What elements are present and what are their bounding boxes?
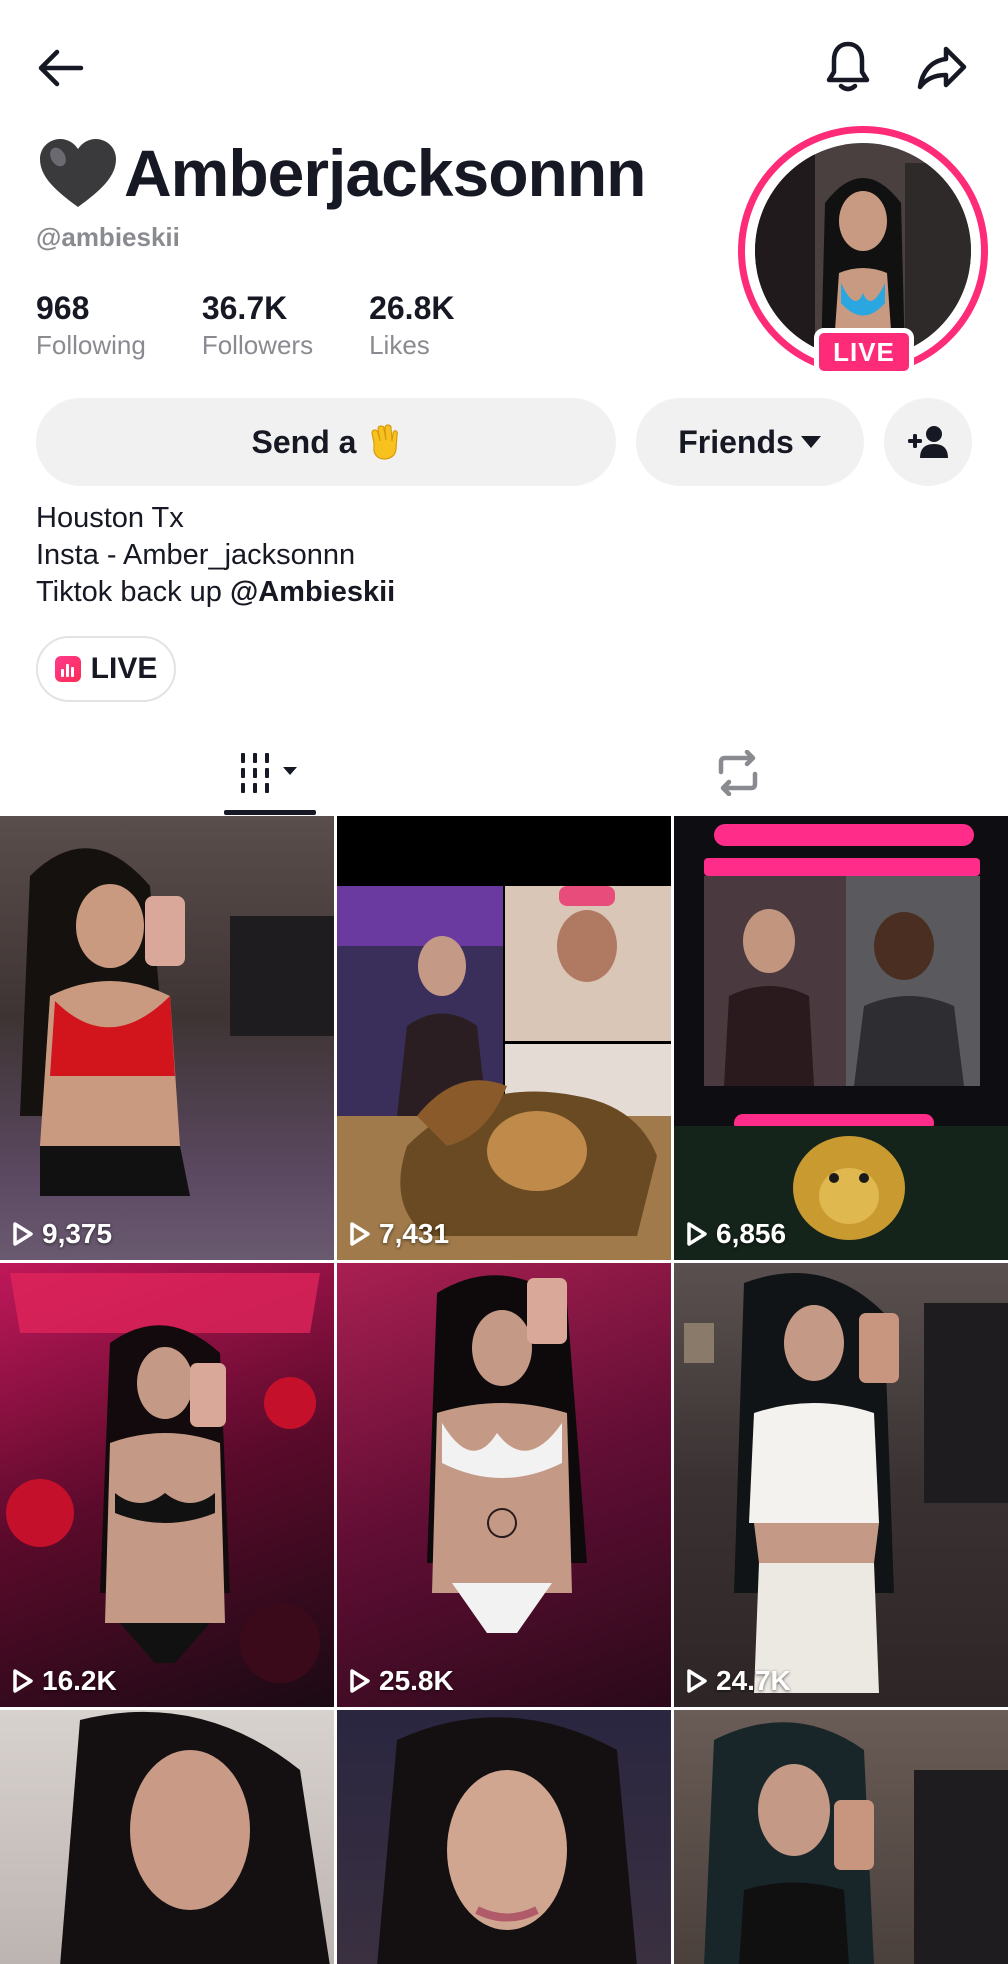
stat-followers[interactable]: 36.7K Followers: [202, 288, 313, 362]
view-count: 25.8K: [349, 1665, 454, 1697]
caret-down-icon: [800, 436, 821, 448]
video-thumbnail-image: [704, 1722, 1008, 1964]
view-count: 7,431: [349, 1218, 449, 1250]
video-tile-7[interactable]: [0, 1710, 334, 1964]
bell-icon: [826, 41, 870, 92]
share-arrow-icon: [917, 46, 967, 90]
video-thumbnail-image: [377, 1717, 637, 1964]
view-count: 24.7K: [686, 1665, 791, 1697]
play-icon: [13, 1669, 33, 1693]
back-button[interactable]: [30, 40, 90, 96]
stat-likes-label: Likes: [369, 330, 430, 360]
video-thumbnail-image: [684, 1273, 1008, 1693]
username: @ambieskii: [36, 222, 180, 252]
video-thumbnail-image: [20, 848, 334, 1196]
video-grid-icon: [241, 753, 297, 793]
active-tab-indicator: [224, 810, 316, 815]
arrow-left-icon: [38, 49, 84, 87]
friends-dropdown-button[interactable]: Friends: [636, 398, 864, 486]
video-tile-9[interactable]: [674, 1710, 1008, 1964]
stat-following[interactable]: 968 Following: [36, 288, 146, 362]
play-icon: [687, 1222, 707, 1246]
profile-stats: 968 Following 36.7K Followers 26.8K Like…: [36, 288, 510, 362]
view-count: 16.2K: [12, 1665, 117, 1697]
video-thumbnail-image: [674, 824, 1008, 1260]
bio-line-insta: Insta - Amber_jacksonnn: [36, 539, 356, 571]
video-tile-6[interactable]: 24.7K: [674, 1263, 1008, 1707]
video-thumbnail-image: [60, 1711, 330, 1964]
profile-bio: Houston Tx Insta - Amber_jacksonnn Tikto…: [36, 500, 395, 611]
stat-followers-value: 36.7K: [201, 290, 288, 326]
repost-icon: [718, 750, 758, 796]
video-tile-4[interactable]: 16.2K: [0, 1263, 334, 1707]
bio-mention-link[interactable]: @Ambieskii: [230, 576, 395, 608]
video-grid: 9,375 7,431 6,856 16.2K 25.8K 24.7K: [0, 816, 1008, 1964]
video-thumbnail-image: [337, 886, 671, 1260]
send-wave-button[interactable]: Send a: [36, 398, 616, 486]
live-pill-label: LIVE: [90, 652, 158, 685]
tab-reposts[interactable]: [666, 730, 810, 816]
video-thumbnail-image: [6, 1273, 320, 1683]
play-icon: [350, 1222, 370, 1246]
live-badge: LIVE: [814, 328, 914, 376]
profile-avatar[interactable]: LIVE: [738, 126, 992, 376]
bio-backup-prefix: Tiktok back up: [36, 576, 230, 608]
top-bar: [0, 0, 1008, 130]
play-icon: [350, 1669, 370, 1693]
avatar-photo: [755, 143, 971, 359]
tab-videos[interactable]: [196, 730, 346, 816]
add-user-icon: [908, 426, 948, 458]
stat-followers-label: Followers: [201, 330, 314, 360]
view-count: 6,856: [686, 1218, 786, 1250]
video-tile-5[interactable]: 25.8K: [337, 1263, 671, 1707]
send-wave-label: Send a: [251, 423, 357, 460]
live-bars-icon: [54, 656, 81, 682]
display-name: Amberjacksonnn: [36, 128, 646, 218]
bio-line-backup: Tiktok back up @Ambieskii: [36, 574, 395, 611]
waving-hand-emoji: [371, 424, 399, 460]
video-thumbnail-image: [337, 1263, 671, 1707]
bio-line-location: Houston Tx: [36, 502, 184, 534]
play-icon: [13, 1222, 33, 1246]
play-icon: [687, 1669, 707, 1693]
share-button[interactable]: [912, 38, 972, 98]
stat-following-value: 968: [36, 290, 90, 326]
view-count: 9,375: [12, 1218, 112, 1250]
notification-bell-button[interactable]: [818, 36, 878, 96]
stat-following-label: Following: [36, 330, 146, 360]
video-tile-3[interactable]: 6,856: [674, 816, 1008, 1260]
content-tabs: [0, 730, 1008, 816]
black-heart-emoji: [40, 139, 116, 207]
display-name-text: Amberjacksonnn: [124, 136, 646, 210]
friends-label: Friends: [678, 423, 794, 460]
stat-likes[interactable]: 26.8K Likes: [369, 288, 454, 362]
add-friend-button[interactable]: [884, 398, 972, 486]
video-tile-8[interactable]: [337, 1710, 671, 1964]
video-tile-1[interactable]: 9,375: [0, 816, 334, 1260]
video-tile-2[interactable]: 7,431: [337, 816, 671, 1260]
stat-likes-value: 26.8K: [369, 290, 455, 326]
live-pill-button[interactable]: LIVE: [36, 636, 176, 702]
